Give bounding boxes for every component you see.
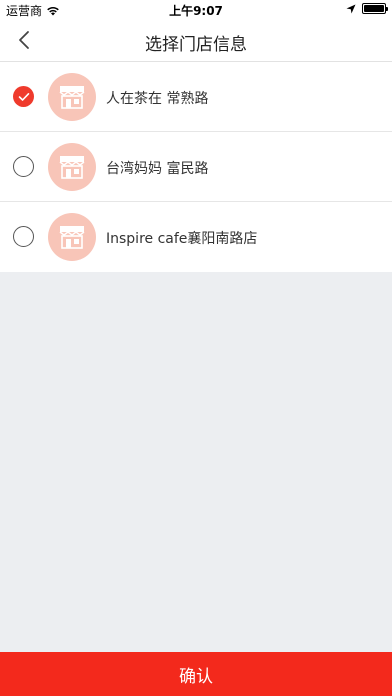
battery-icon xyxy=(362,3,388,14)
store-radio[interactable] xyxy=(13,156,34,177)
confirm-button[interactable]: 确认 xyxy=(0,652,392,696)
store-avatar xyxy=(48,143,96,191)
status-bar: 运营商 上午9:07 xyxy=(0,0,392,20)
location-arrow-icon xyxy=(346,4,356,13)
storefront-icon xyxy=(59,156,85,179)
nav-bar: 选择门店信息 xyxy=(0,20,392,62)
page-title: 选择门店信息 xyxy=(145,35,247,55)
check-icon xyxy=(18,92,29,101)
storefront-icon xyxy=(59,226,85,249)
store-row[interactable]: Inspire cafe襄阳南路店 xyxy=(0,202,392,272)
status-right xyxy=(346,3,388,14)
store-row[interactable]: 台湾妈妈 富民路 xyxy=(0,132,392,202)
store-row[interactable]: 人在茶在 常熟路 xyxy=(0,62,392,132)
store-radio[interactable] xyxy=(13,226,34,247)
storefront-icon xyxy=(59,86,85,109)
store-name: Inspire cafe襄阳南路店 xyxy=(106,231,258,247)
store-list: 人在茶在 常熟路 台湾妈妈 富民路 Inspire cafe襄阳南路店 xyxy=(0,62,392,272)
store-avatar xyxy=(48,213,96,261)
store-name: 人在茶在 常熟路 xyxy=(106,91,209,107)
status-time: 上午9:07 xyxy=(169,4,223,18)
store-radio-checked[interactable] xyxy=(13,86,34,107)
store-name: 台湾妈妈 富民路 xyxy=(106,161,209,177)
store-avatar xyxy=(48,73,96,121)
